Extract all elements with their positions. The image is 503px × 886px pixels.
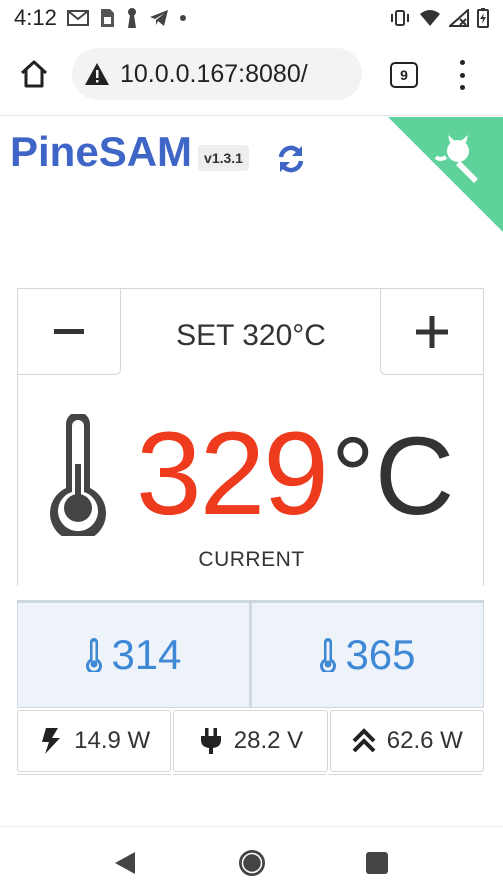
low-limit-value: 314 (111, 631, 182, 678)
stat-max-power: 62.6 W (329, 710, 484, 772)
thermometer-small-icon (320, 638, 337, 672)
thermometer-small-icon (86, 638, 103, 672)
refresh-icon[interactable] (276, 143, 306, 175)
minus-icon (54, 328, 84, 334)
bolt-icon (42, 728, 61, 754)
stats-divider (17, 774, 484, 776)
url-text[interactable]: 10.0.0.167:8080/ (120, 60, 308, 89)
browser-toolbar: 10.0.0.167:8080/ 9 (0, 36, 503, 116)
home-circle-icon[interactable] (238, 849, 266, 877)
high-limit[interactable]: 365 (250, 603, 484, 708)
keyhole-icon (127, 8, 136, 28)
plus-icon (416, 315, 448, 348)
wifi-icon (420, 10, 440, 26)
stat-voltage: 28.2 V (173, 710, 328, 772)
version-badge: v1.3.1 (198, 145, 249, 171)
gmail-icon (66, 10, 89, 26)
voltage-value: 28.2 V (233, 727, 304, 754)
home-icon[interactable] (18, 58, 50, 90)
setpoint-display: SET 320°C (176, 319, 326, 352)
page-content: PineSAM v1.3.1 SET 320°C 329 °C CURRENT … (0, 117, 503, 826)
decrease-button[interactable] (18, 289, 121, 375)
current-temperature-value: 329 (136, 408, 329, 540)
telegram-icon (149, 10, 168, 26)
high-limit-value: 365 (345, 631, 416, 678)
signal-icon (449, 9, 469, 27)
status-time: 4:12 (14, 5, 57, 30)
status-bar: 4:12 (0, 0, 503, 36)
overflow-menu-icon[interactable] (452, 60, 472, 90)
vibrate-icon (391, 10, 409, 26)
sim-icon (100, 9, 114, 27)
current-label: CURRENT (198, 548, 305, 571)
tab-count: 9 (400, 67, 408, 83)
recent-apps-icon[interactable] (366, 852, 388, 874)
stat-power: 14.9 W (17, 710, 172, 772)
dot-icon (179, 15, 186, 21)
address-bar[interactable]: 10.0.0.167:8080/ (72, 48, 362, 100)
temperature-card: SET 320°C 329 °C CURRENT (17, 288, 484, 586)
temperature-limits: 314 365 (17, 600, 484, 708)
power-value: 14.9 W (74, 727, 151, 754)
system-icons (389, 8, 489, 28)
app-header: PineSAM v1.3.1 (10, 129, 249, 175)
low-limit[interactable]: 314 (17, 603, 250, 708)
thermometer-icon (50, 414, 106, 536)
double-chevron-up-icon (352, 728, 376, 753)
warning-icon[interactable] (84, 62, 110, 86)
increase-button[interactable] (380, 289, 483, 375)
power-stats: 14.9 W 28.2 V 62.6 W (17, 710, 484, 772)
notification-icons (66, 7, 187, 29)
system-navigation-bar (0, 826, 503, 886)
back-icon[interactable] (114, 851, 136, 875)
current-temperature: 329 °C (136, 409, 454, 542)
temperature-unit: °C (330, 415, 455, 538)
app-title: PineSAM (10, 128, 193, 175)
tab-switcher-button[interactable]: 9 (390, 62, 418, 88)
battery-icon (477, 8, 489, 28)
plug-icon (200, 728, 221, 754)
max-power-value: 62.6 W (386, 727, 463, 754)
github-corner-icon[interactable] (388, 117, 503, 232)
